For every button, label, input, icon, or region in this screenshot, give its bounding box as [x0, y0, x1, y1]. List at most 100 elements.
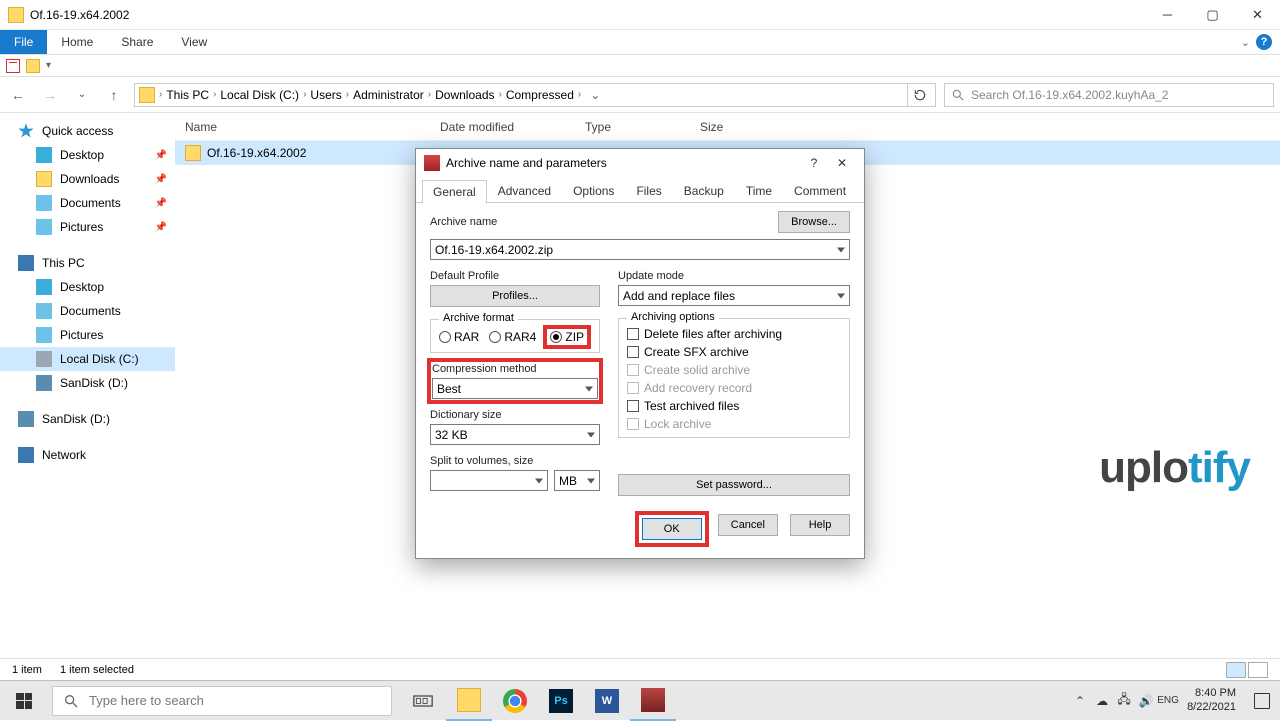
- minimize-button[interactable]: ─: [1145, 0, 1190, 30]
- dialog-titlebar[interactable]: Archive name and parameters ? ✕: [416, 149, 864, 177]
- chevron-right-icon: ›: [499, 89, 502, 100]
- breadcrumb-segment[interactable]: Local Disk (C:): [220, 88, 299, 102]
- sidebar-item-documents[interactable]: Documents📌: [0, 191, 175, 215]
- ribbon-chevron-icon[interactable]: ⌄: [1241, 36, 1250, 49]
- tab-share[interactable]: Share: [107, 30, 167, 54]
- compression-method-select[interactable]: Best: [432, 378, 598, 399]
- sidebar-network[interactable]: Network: [0, 443, 175, 467]
- new-folder-icon[interactable]: [26, 59, 40, 73]
- breadcrumb-segment[interactable]: Administrator: [353, 88, 424, 102]
- tab-backup[interactable]: Backup: [673, 179, 735, 202]
- help-icon[interactable]: ?: [1256, 34, 1272, 50]
- breadcrumb-segment[interactable]: Downloads: [435, 88, 494, 102]
- window-title: Of.16-19.x64.2002: [30, 8, 1145, 22]
- column-date[interactable]: Date modified: [430, 120, 575, 134]
- sidebar-item-pictures-pc[interactable]: Pictures: [0, 323, 175, 347]
- tray-chevron-up-icon[interactable]: ⌃: [1069, 681, 1091, 721]
- dialog-tabs: General Advanced Options Files Backup Ti…: [416, 177, 864, 203]
- taskbar-clock[interactable]: 8:40 PM 8/22/2021: [1179, 687, 1244, 713]
- back-button[interactable]: ←: [6, 83, 30, 107]
- sidebar-sandisk[interactable]: SanDisk (D:): [0, 407, 175, 431]
- sidebar-item-sandisk-d[interactable]: SanDisk (D:): [0, 371, 175, 395]
- ok-button[interactable]: OK: [642, 518, 702, 540]
- sidebar-item-desktop[interactable]: Desktop📌: [0, 143, 175, 167]
- tab-advanced[interactable]: Advanced: [487, 179, 562, 202]
- taskbar-chrome[interactable]: [492, 681, 538, 721]
- selection-count: 1 item selected: [60, 664, 134, 676]
- radio-zip[interactable]: ZIP: [546, 328, 588, 346]
- sidebar-item-desktop-pc[interactable]: Desktop: [0, 275, 175, 299]
- tab-time[interactable]: Time: [735, 179, 783, 202]
- breadcrumb-segment[interactable]: This PC: [166, 88, 209, 102]
- dialog-close-button[interactable]: ✕: [828, 151, 856, 175]
- view-details-button[interactable]: [1226, 662, 1246, 678]
- search-input[interactable]: Search Of.16-19.x64.2002.kuyhAa_2: [944, 83, 1274, 107]
- cancel-button[interactable]: Cancel: [718, 514, 778, 536]
- breadcrumb-segment[interactable]: Compressed: [506, 88, 574, 102]
- profiles-button[interactable]: Profiles...: [430, 285, 600, 307]
- sidebar-item-pictures[interactable]: Pictures📌: [0, 215, 175, 239]
- sidebar-item-downloads[interactable]: Downloads📌: [0, 167, 175, 191]
- radio-rar[interactable]: RAR: [439, 328, 479, 346]
- tab-view[interactable]: View: [167, 30, 221, 54]
- column-name[interactable]: Name: [175, 120, 430, 134]
- tab-comment[interactable]: Comment: [783, 179, 857, 202]
- check-test[interactable]: Test archived files: [627, 399, 841, 413]
- pin-icon: 📌: [155, 150, 167, 161]
- tab-general[interactable]: General: [422, 180, 487, 203]
- maximize-button[interactable]: ▢: [1190, 0, 1235, 30]
- browse-button[interactable]: Browse...: [778, 211, 850, 233]
- sidebar-this-pc[interactable]: This PC: [0, 251, 175, 275]
- split-volumes-label: Split to volumes, size: [430, 455, 600, 467]
- check-delete-after[interactable]: Delete files after archiving: [627, 327, 841, 341]
- column-headers[interactable]: Name Date modified Type Size: [175, 113, 1280, 141]
- tab-home[interactable]: Home: [47, 30, 107, 54]
- window-controls: ─ ▢ ✕: [1145, 0, 1280, 30]
- close-button[interactable]: ✕: [1235, 0, 1280, 30]
- column-type[interactable]: Type: [575, 120, 690, 134]
- taskbar-word[interactable]: W: [584, 681, 630, 721]
- action-center-button[interactable]: [1244, 681, 1280, 721]
- column-size[interactable]: Size: [690, 120, 790, 134]
- start-button[interactable]: [0, 681, 48, 721]
- compression-method-label: Compression method: [432, 363, 598, 375]
- dialog-help-button[interactable]: ?: [800, 151, 828, 175]
- archive-name-input[interactable]: Of.16-19.x64.2002.zip: [430, 239, 850, 260]
- help-button[interactable]: Help: [790, 514, 850, 536]
- split-size-input[interactable]: [430, 470, 548, 491]
- task-view-button[interactable]: [400, 681, 446, 721]
- tray-volume-icon[interactable]: 🔊: [1135, 681, 1157, 721]
- up-button[interactable]: ↑: [102, 83, 126, 107]
- view-large-icons-button[interactable]: [1248, 662, 1268, 678]
- check-sfx[interactable]: Create SFX archive: [627, 345, 841, 359]
- refresh-button[interactable]: [907, 83, 931, 107]
- tray-language-icon[interactable]: ENG: [1157, 681, 1179, 721]
- sidebar-item-documents-pc[interactable]: Documents: [0, 299, 175, 323]
- qat-chevron-icon[interactable]: ▾: [46, 60, 51, 71]
- breadcrumb-segment[interactable]: Users: [310, 88, 341, 102]
- tab-files[interactable]: Files: [625, 179, 672, 202]
- pc-icon: [18, 255, 34, 271]
- archive-dialog: Archive name and parameters ? ✕ General …: [415, 148, 865, 559]
- sidebar-quick-access[interactable]: Quick access: [0, 119, 175, 143]
- tab-file[interactable]: File: [0, 30, 47, 54]
- radio-rar4[interactable]: RAR4: [489, 328, 536, 346]
- dictionary-size-select[interactable]: 32 KB: [430, 424, 600, 445]
- tab-options[interactable]: Options: [562, 179, 625, 202]
- taskbar-search[interactable]: Type here to search: [52, 686, 392, 716]
- set-password-button[interactable]: Set password...: [618, 474, 850, 496]
- sidebar-item-local-disk-c[interactable]: Local Disk (C:): [0, 347, 175, 371]
- forward-button[interactable]: →: [38, 83, 62, 107]
- breadcrumb-dropdown[interactable]: ⌄: [585, 88, 605, 102]
- tray-onedrive-icon[interactable]: ☁: [1091, 681, 1113, 721]
- recent-locations-button[interactable]: ⌄: [70, 83, 94, 107]
- taskbar-photoshop[interactable]: Ps: [538, 681, 584, 721]
- properties-icon[interactable]: [6, 59, 20, 73]
- taskbar-explorer[interactable]: [446, 681, 492, 721]
- check-lock: Lock archive: [627, 417, 841, 431]
- update-mode-select[interactable]: Add and replace files: [618, 285, 850, 306]
- split-unit-select[interactable]: MB: [554, 470, 600, 491]
- taskbar-winrar[interactable]: [630, 681, 676, 721]
- tray-network-icon[interactable]: 🖧: [1113, 681, 1135, 721]
- breadcrumb[interactable]: › This PC › Local Disk (C:) › Users › Ad…: [134, 83, 936, 107]
